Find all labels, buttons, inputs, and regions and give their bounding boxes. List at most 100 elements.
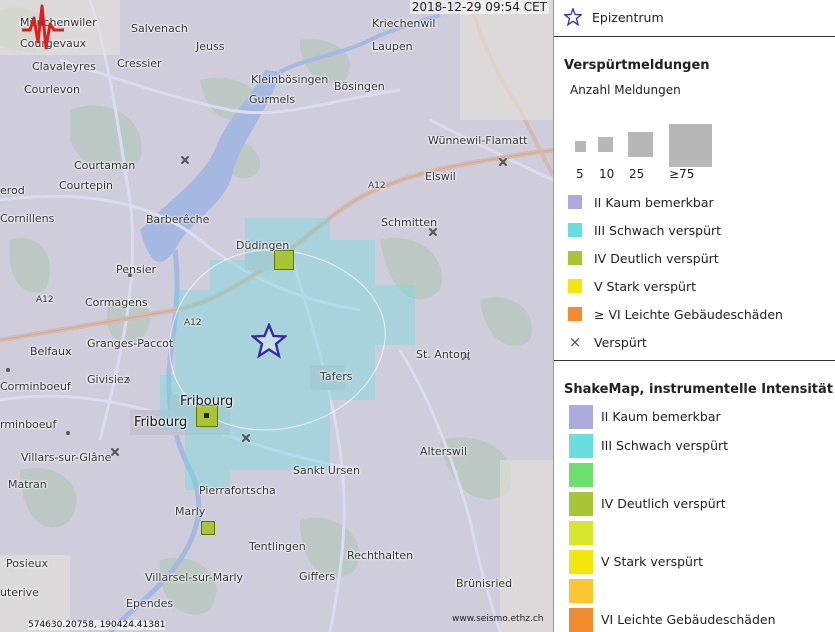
legend-felt-label: V Stark verspürt bbox=[594, 278, 697, 294]
place-label: Alterswil bbox=[420, 445, 468, 458]
place-label: Kleinbösingen bbox=[251, 73, 329, 86]
felt-marker-icon: × bbox=[568, 333, 582, 351]
place-label: Brünisried bbox=[456, 577, 513, 590]
felt-report-duedingen[interactable] bbox=[274, 250, 294, 270]
legend-swatch bbox=[569, 491, 593, 516]
size-label: 10 bbox=[599, 167, 615, 181]
place-label: Kriechenwil bbox=[372, 17, 436, 30]
place-label: Matran bbox=[8, 478, 47, 491]
legend-swatch bbox=[568, 251, 582, 265]
legend-shakemap-label: VI Leichte Gebäudeschäden bbox=[601, 612, 776, 627]
legend-shakemap-item: IV Deutlich verspürt bbox=[564, 491, 726, 516]
legend-felt-label: II Kaum bemerkbar bbox=[594, 194, 714, 210]
place-label: Wünnewil-Flamatt bbox=[428, 134, 528, 147]
place-label: Barberêche bbox=[146, 213, 210, 226]
place-label: Düdingen bbox=[236, 239, 290, 252]
place-label: Villarsel-sur-Marly bbox=[145, 571, 244, 584]
count-title: Anzahl Meldungen bbox=[570, 83, 681, 97]
road-label: A12 bbox=[184, 318, 202, 328]
legend-shakemap-label: III Schwach verspürt bbox=[601, 438, 729, 453]
shakemap-title: ShakeMap, instrumentelle Intensität bbox=[564, 382, 833, 397]
place-label: Gurmels bbox=[249, 93, 296, 106]
place-label: Cornillens bbox=[0, 212, 55, 225]
legend-shakemap-item: II Kaum bemerkbar bbox=[564, 404, 721, 429]
cursor-coordinates: 574630.20758, 190424.41381 bbox=[28, 620, 166, 630]
place-label: Givisiez bbox=[87, 373, 130, 386]
legend-swatch bbox=[569, 520, 593, 545]
legend-panel: Epizentrum Verspürtmeldungen Anzahl Meld… bbox=[553, 0, 835, 632]
legend-felt-marker: × Verspürt bbox=[564, 331, 647, 353]
place-label: St. Antoni bbox=[416, 348, 470, 361]
legend-epicenter-label: Epizentrum bbox=[592, 9, 664, 25]
legend-epicenter: Epizentrum bbox=[564, 6, 664, 28]
legend-swatch bbox=[569, 433, 593, 458]
place-label: erod bbox=[0, 184, 25, 197]
place-label: Bösingen bbox=[334, 80, 385, 93]
map-view[interactable]: Münchenwiler Salvenach Kriechenwil Courg… bbox=[0, 0, 553, 632]
seismo-logo-icon bbox=[22, 4, 64, 50]
legend-shakemap-label: II Kaum bemerkbar bbox=[601, 409, 721, 424]
place-label: Cormagens bbox=[85, 296, 148, 309]
size-box-75 bbox=[669, 124, 712, 167]
place-label: Giffers bbox=[299, 570, 336, 583]
place-label: rminboeuf bbox=[0, 418, 57, 431]
place-label: uterive bbox=[0, 586, 39, 599]
legend-felt-label: ≥ VI Leichte Gebäudeschäden bbox=[594, 306, 783, 322]
place-label: Marly bbox=[175, 505, 206, 518]
place-label: Courtaman bbox=[74, 159, 136, 172]
legend-swatch bbox=[569, 404, 593, 429]
legend-shakemap-label: IV Deutlich verspürt bbox=[601, 496, 726, 511]
place-label: Schmitten bbox=[381, 216, 438, 229]
legend-swatch bbox=[569, 607, 593, 632]
size-box-25 bbox=[628, 132, 653, 157]
legend-shakemap-item bbox=[564, 578, 601, 603]
place-label: Pensier bbox=[116, 263, 157, 276]
place-label: Belfaux bbox=[30, 345, 72, 358]
legend-felt-marker-label: Verspürt bbox=[594, 334, 647, 350]
legend-swatch bbox=[569, 549, 593, 574]
place-label: Pierrafortscha bbox=[199, 484, 276, 497]
legend-swatch bbox=[568, 195, 582, 209]
legend-shakemap-item: III Schwach verspürt bbox=[564, 433, 728, 458]
place-label: Cressier bbox=[117, 57, 162, 70]
epicenter-star-icon bbox=[564, 8, 582, 26]
divider bbox=[554, 36, 835, 37]
road-label: A12 bbox=[368, 181, 386, 191]
reports-title: Verspürtmeldungen bbox=[564, 58, 710, 73]
legend-shakemap-item bbox=[564, 462, 601, 487]
legend-shakemap-item: V Stark verspürt bbox=[564, 549, 703, 574]
place-label: Jeuss bbox=[196, 40, 225, 53]
epicenter-star-icon[interactable] bbox=[251, 323, 287, 359]
legend-felt-item: V Stark verspürt bbox=[564, 275, 696, 297]
legend-swatch bbox=[569, 462, 593, 487]
legend-swatch bbox=[568, 307, 582, 321]
road-label: A12 bbox=[36, 295, 54, 305]
place-label: Elswil bbox=[425, 170, 456, 183]
legend-swatch bbox=[569, 578, 593, 603]
place-label: Courlevon bbox=[24, 83, 80, 96]
place-label: Courtepin bbox=[59, 179, 113, 192]
legend-felt-item: II Kaum bemerkbar bbox=[564, 191, 714, 213]
place-label: Rechthalten bbox=[347, 549, 414, 562]
place-label: Tafers bbox=[320, 370, 353, 383]
legend-shakemap-item bbox=[564, 520, 601, 545]
divider bbox=[554, 360, 835, 361]
place-label: Granges-Paccot bbox=[87, 337, 174, 350]
legend-shakemap-item: VI Leichte Gebäudeschäden bbox=[564, 607, 776, 632]
place-label: Corminboeuf bbox=[0, 380, 71, 393]
place-label: Posieux bbox=[6, 557, 49, 570]
legend-swatch bbox=[568, 279, 582, 293]
legend-felt-item: ≥ VI Leichte Gebäudeschäden bbox=[564, 303, 783, 325]
legend-felt-label: III Schwach verspürt bbox=[594, 222, 722, 238]
timestamp: 2018-12-29 09:54 CET bbox=[409, 0, 549, 14]
size-box-10 bbox=[598, 137, 613, 152]
legend-shakemap-label: V Stark verspürt bbox=[601, 554, 704, 569]
logo-text: www.seismo.ethz.ch bbox=[452, 614, 544, 624]
place-label: Fribourg bbox=[180, 394, 234, 409]
legend-swatch bbox=[568, 223, 582, 237]
place-label: Villars-sur-Glâne bbox=[21, 451, 112, 464]
place-label: Ependes bbox=[126, 597, 174, 610]
place-label: Fribourg bbox=[134, 415, 188, 430]
place-label: Clavaleyres bbox=[32, 60, 96, 73]
felt-report-marly[interactable] bbox=[201, 521, 215, 535]
